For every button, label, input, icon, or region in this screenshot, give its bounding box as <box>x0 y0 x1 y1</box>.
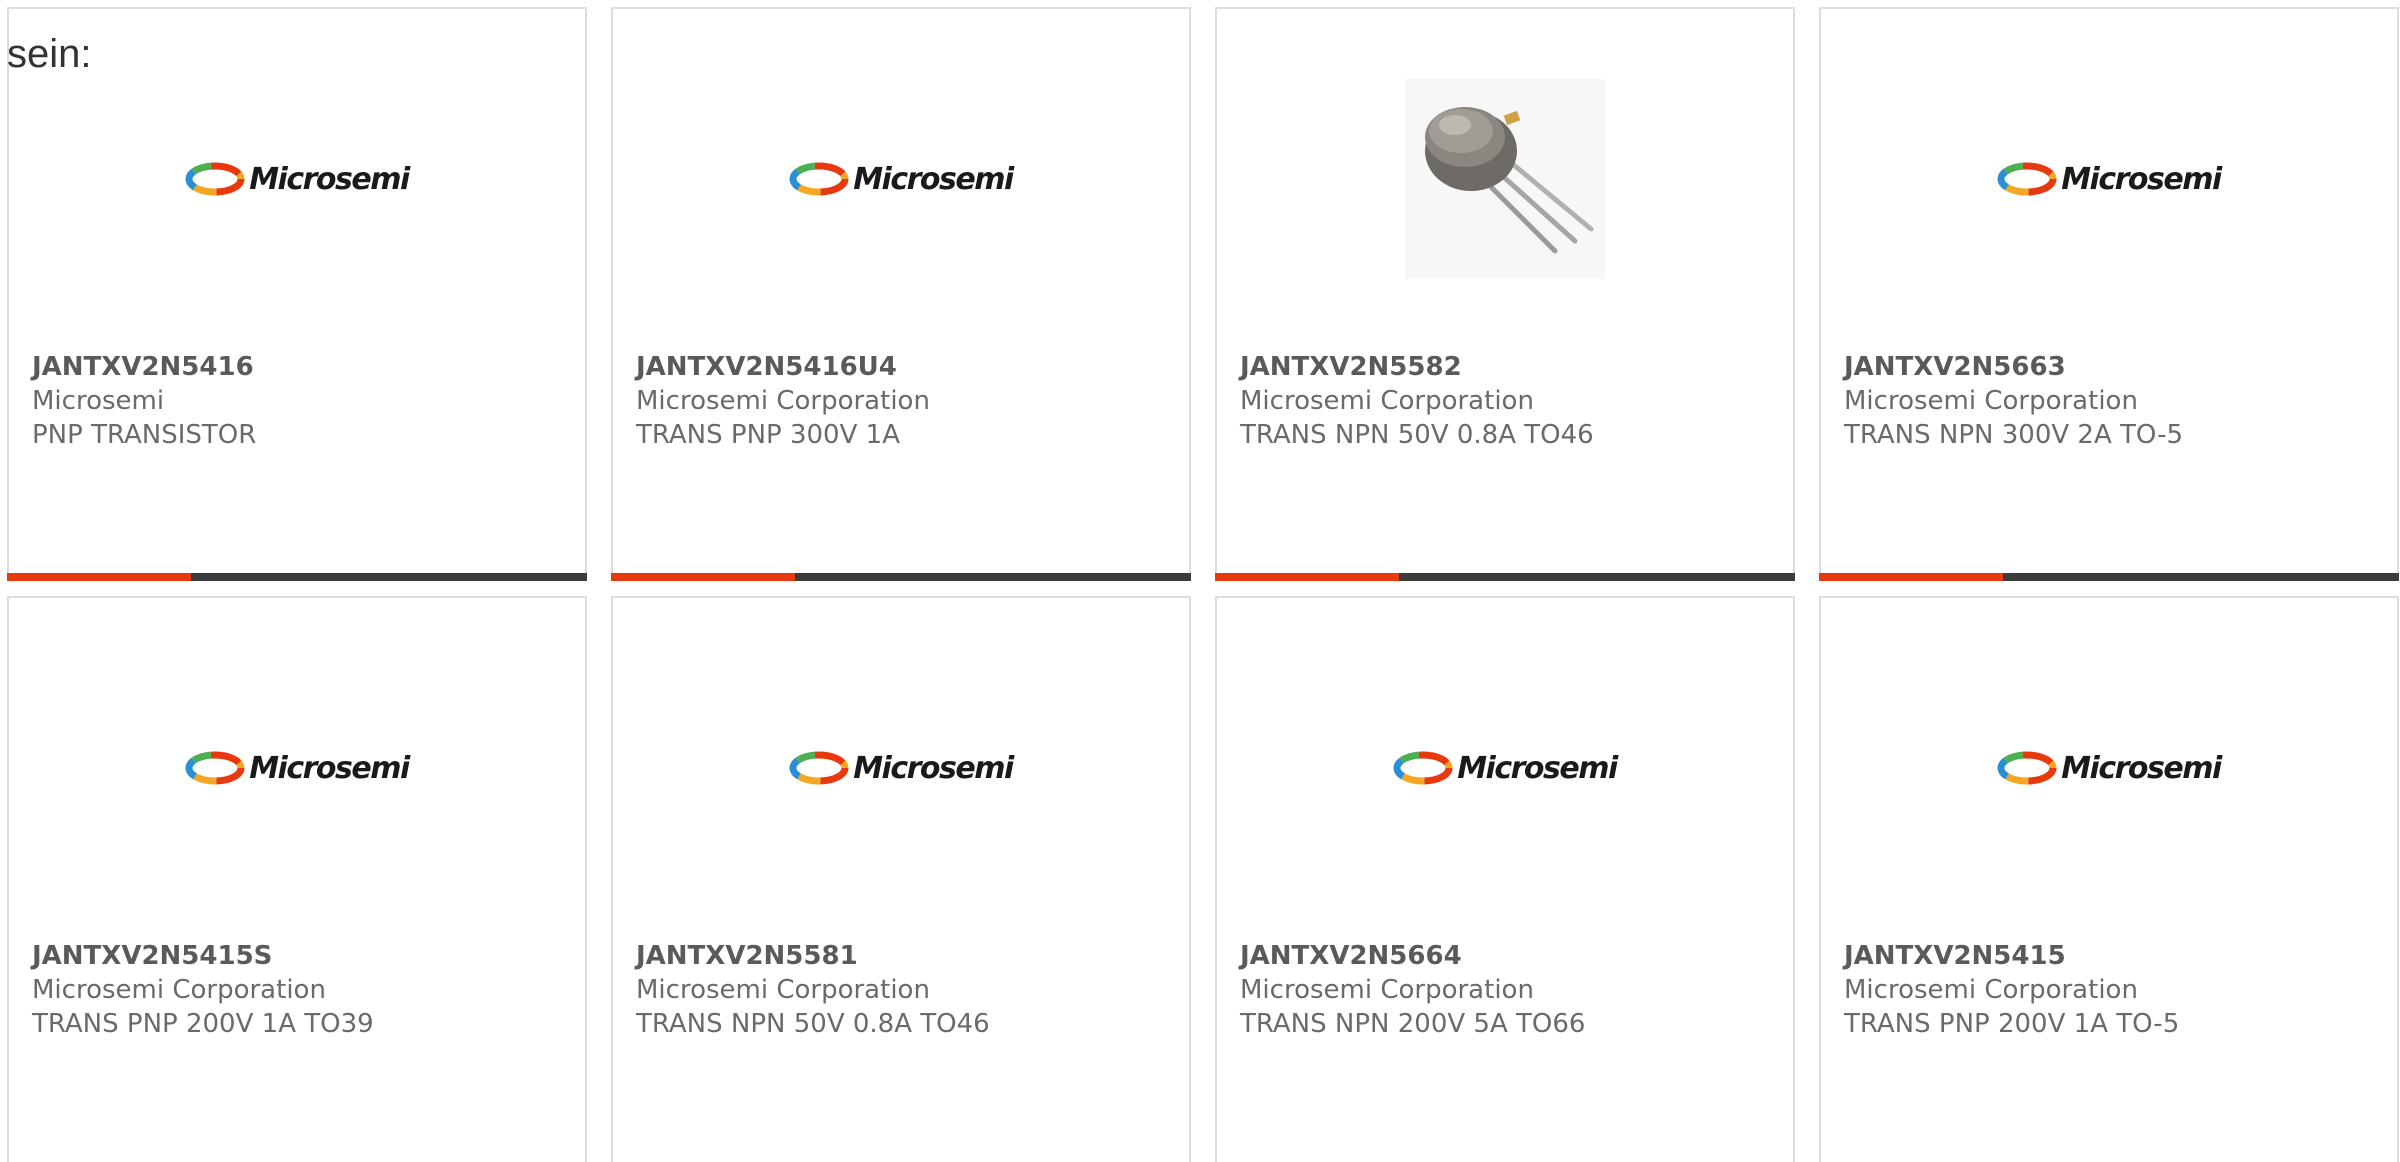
microsemi-logo-mark-icon <box>185 162 245 196</box>
product-image: Microsemi <box>1821 74 2397 284</box>
product-grid: Microsemi JANTXV2N5416 Microsemi PNP TRA… <box>7 7 2399 1162</box>
product-manufacturer: Microsemi Corporation <box>1240 386 1534 416</box>
microsemi-logo-mark-icon <box>789 751 849 785</box>
microsemi-logo: Microsemi <box>185 750 410 786</box>
microsemi-logo-text: Microsemi <box>853 750 1014 786</box>
product-card[interactable]: Microsemi JANTXV2N5581 Microsemi Corpora… <box>611 596 1191 1162</box>
card-bar-accent <box>7 573 191 581</box>
product-manufacturer: Microsemi Corporation <box>636 386 930 416</box>
microsemi-logo: Microsemi <box>1393 750 1618 786</box>
product-manufacturer: Microsemi Corporation <box>32 975 326 1005</box>
card-bottom-bar <box>611 573 1191 581</box>
product-info: JANTXV2N5416 Microsemi PNP TRANSISTOR <box>32 350 565 452</box>
product-info: JANTXV2N5663 Microsemi Corporation TRANS… <box>1844 350 2377 452</box>
product-info: JANTXV2N5582 Microsemi Corporation TRANS… <box>1240 350 1773 452</box>
product-info: JANTXV2N5581 Microsemi Corporation TRANS… <box>636 939 1169 1041</box>
microsemi-logo-mark-icon <box>1393 751 1453 785</box>
product-part-number[interactable]: JANTXV2N5663 <box>1844 350 2377 384</box>
product-description: TRANS NPN 50V 0.8A TO46 <box>1240 420 1594 450</box>
card-bar-accent <box>1215 573 1399 581</box>
product-card[interactable]: Microsemi JANTXV2N5664 Microsemi Corpora… <box>1215 596 1795 1162</box>
product-info: JANTXV2N5415S Microsemi Corporation TRAN… <box>32 939 565 1041</box>
microsemi-logo: Microsemi <box>789 750 1014 786</box>
microsemi-logo-mark-icon <box>1997 751 2057 785</box>
product-card[interactable]: Microsemi JANTXV2N5416 Microsemi PNP TRA… <box>7 7 587 581</box>
product-description: TRANS PNP 200V 1A TO-5 <box>1844 1009 2180 1039</box>
microsemi-logo-text: Microsemi <box>249 161 410 197</box>
to46-transistor-photo <box>1405 79 1605 279</box>
microsemi-logo-text: Microsemi <box>2061 161 2222 197</box>
product-card[interactable]: Microsemi JANTXV2N5415 Microsemi Corpora… <box>1819 596 2399 1162</box>
product-card[interactable]: Microsemi JANTXV2N5416U4 Microsemi Corpo… <box>611 7 1191 581</box>
microsemi-logo: Microsemi <box>1997 161 2222 197</box>
product-card[interactable]: Microsemi JANTXV2N5415S Microsemi Corpor… <box>7 596 587 1162</box>
microsemi-logo-text: Microsemi <box>853 161 1014 197</box>
product-description: PNP TRANSISTOR <box>32 420 257 450</box>
card-bottom-bar <box>7 573 587 581</box>
product-description: TRANS NPN 300V 2A TO-5 <box>1844 420 2184 450</box>
product-description: TRANS PNP 300V 1A <box>636 420 900 450</box>
product-description: TRANS NPN 200V 5A TO66 <box>1240 1009 1586 1039</box>
product-manufacturer: Microsemi Corporation <box>1240 975 1534 1005</box>
microsemi-logo: Microsemi <box>185 161 410 197</box>
product-manufacturer: Microsemi Corporation <box>636 975 930 1005</box>
product-info: JANTXV2N5415 Microsemi Corporation TRANS… <box>1844 939 2377 1041</box>
product-manufacturer: Microsemi <box>32 386 165 416</box>
card-bar-accent <box>1819 573 2003 581</box>
product-part-number[interactable]: JANTXV2N5664 <box>1240 939 1773 973</box>
product-card[interactable]: Microsemi JANTXV2N5663 Microsemi Corpora… <box>1819 7 2399 581</box>
microsemi-logo-text: Microsemi <box>2061 750 2222 786</box>
microsemi-logo-mark-icon <box>789 162 849 196</box>
microsemi-logo: Microsemi <box>1997 750 2222 786</box>
product-image <box>1217 74 1793 284</box>
card-bar-accent <box>611 573 795 581</box>
product-listing-page: sein: Microsemi JANTXV2N5416 Microsemi P… <box>0 0 2400 1162</box>
product-info: JANTXV2N5664 Microsemi Corporation TRANS… <box>1240 939 1773 1041</box>
product-part-number[interactable]: JANTXV2N5416U4 <box>636 350 1169 384</box>
product-image: Microsemi <box>9 74 585 284</box>
product-image: Microsemi <box>613 663 1189 873</box>
product-manufacturer: Microsemi Corporation <box>1844 386 2138 416</box>
product-manufacturer: Microsemi Corporation <box>1844 975 2138 1005</box>
card-bottom-bar <box>1215 573 1795 581</box>
product-card[interactable]: JANTXV2N5582 Microsemi Corporation TRANS… <box>1215 7 1795 581</box>
card-bottom-bar <box>1819 573 2399 581</box>
intro-text: sein: <box>7 32 92 76</box>
microsemi-logo-mark-icon <box>1997 162 2057 196</box>
microsemi-logo-mark-icon <box>185 751 245 785</box>
product-image: Microsemi <box>613 74 1189 284</box>
product-description: TRANS PNP 200V 1A TO39 <box>32 1009 374 1039</box>
product-image: Microsemi <box>1217 663 1793 873</box>
product-part-number[interactable]: JANTXV2N5581 <box>636 939 1169 973</box>
product-part-number[interactable]: JANTXV2N5415S <box>32 939 565 973</box>
product-part-number[interactable]: JANTXV2N5415 <box>1844 939 2377 973</box>
microsemi-logo-text: Microsemi <box>1457 750 1618 786</box>
product-image: Microsemi <box>9 663 585 873</box>
product-info: JANTXV2N5416U4 Microsemi Corporation TRA… <box>636 350 1169 452</box>
product-description: TRANS NPN 50V 0.8A TO46 <box>636 1009 990 1039</box>
microsemi-logo-text: Microsemi <box>249 750 410 786</box>
microsemi-logo: Microsemi <box>789 161 1014 197</box>
product-part-number[interactable]: JANTXV2N5416 <box>32 350 565 384</box>
product-part-number[interactable]: JANTXV2N5582 <box>1240 350 1773 384</box>
product-image: Microsemi <box>1821 663 2397 873</box>
